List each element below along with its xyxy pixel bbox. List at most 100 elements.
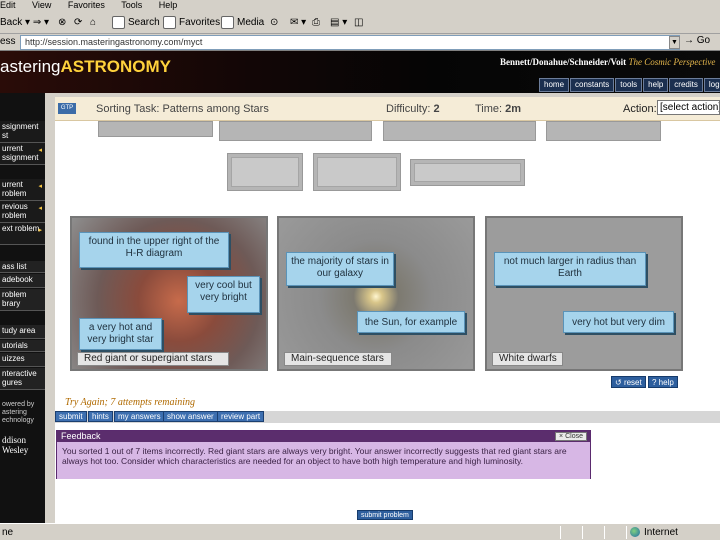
security-zone: Internet — [630, 527, 678, 538]
menu-view[interactable]: View — [32, 0, 51, 10]
address-bar: ess http://session.masteringastronomy.co… — [0, 34, 720, 51]
help-button[interactable]: ? help — [648, 376, 678, 388]
discuss-icon[interactable]: ◫ — [354, 15, 363, 31]
go-button[interactable]: → Go — [684, 35, 710, 46]
sidebar-item-interactive-figures[interactable]: nteractive gures — [0, 368, 45, 390]
card-majority-galaxy[interactable]: the majority of stars in our galaxy — [286, 252, 394, 286]
back-label: Back — [0, 17, 23, 28]
status-divider — [604, 526, 605, 539]
feedback-box: Feedback × Close You sorted 1 out of 7 i… — [56, 430, 591, 479]
book-tagline: The Cosmic Perspective — [628, 57, 716, 67]
book-authors: Bennett/Donahue/Schneider/Voit The Cosmi… — [500, 57, 715, 67]
submit-button[interactable]: submit — [55, 411, 87, 422]
card-hot-dim[interactable]: very hot but very dim — [563, 311, 674, 333]
reset-button[interactable]: ↺ reset — [611, 376, 646, 388]
drop-slot[interactable] — [219, 121, 372, 141]
sidebar-item-assignment-list[interactable]: ssignment st — [0, 121, 45, 143]
card-cool-bright[interactable]: very cool but very bright — [187, 276, 260, 313]
internet-globe-icon — [630, 527, 640, 538]
sidebar-item-current-problem[interactable]: urrent roblem ◂ — [0, 179, 45, 201]
drop-slot[interactable] — [383, 121, 536, 141]
address-input[interactable]: http://session.masteringastronomy.com/my… — [20, 35, 680, 50]
sidebar-item-label: ass list — [2, 262, 27, 271]
media-label: Media — [237, 17, 265, 28]
arrow-right-icon: ▸ — [38, 227, 42, 234]
drop-slot[interactable] — [98, 121, 213, 137]
print-icon[interactable]: ⎙ — [312, 15, 320, 31]
sidebar-item-label: ext roblem — [2, 224, 40, 233]
menu-edit[interactable]: Edit — [0, 0, 16, 10]
nav-help-button[interactable]: help — [643, 78, 669, 92]
sidebar-item-class-list[interactable]: ass list — [0, 261, 45, 273]
difficulty: Difficulty: 2 — [386, 103, 440, 115]
drop-slot[interactable] — [410, 159, 525, 186]
feedback-text: You sorted 1 out of 7 items incorrectly.… — [57, 442, 590, 479]
action-bar: submit hints my answers show answer revi… — [55, 411, 720, 423]
menu-tools[interactable]: Tools — [121, 0, 142, 10]
sidebar-item-label: roblem brary — [2, 290, 27, 308]
mail-icon[interactable]: ✉ ▾ — [290, 15, 306, 31]
home-icon[interactable]: ⌂ — [90, 15, 96, 31]
action-select[interactable]: [select action] — [657, 100, 720, 115]
powered-by-text: owered by astering echnology — [2, 401, 35, 424]
panel-main-sequence[interactable]: the majority of stars in our galaxy the … — [277, 216, 475, 371]
back-button[interactable]: Back ▾ ⇒ ▾ — [0, 15, 49, 31]
sidebar-item-study-area[interactable]: tudy area — [0, 325, 45, 339]
sidebar-item-quizzes[interactable]: uizzes — [0, 353, 45, 367]
panel-red-giant[interactable]: found in the upper right of the H-R diag… — [70, 216, 268, 371]
sidebar-item-gradebook[interactable]: adebook — [0, 274, 45, 288]
reset-icon: ↺ — [615, 378, 624, 387]
nav-home-button[interactable]: home — [539, 78, 570, 92]
sidebar-item-current-assignment[interactable]: urrent ssignment ◂ — [0, 143, 45, 165]
stop-icon[interactable]: ⊗ — [58, 15, 66, 31]
review-part-button[interactable]: review part — [217, 411, 265, 422]
browser-statusbar: ne Internet — [0, 523, 720, 540]
history-icon[interactable]: ⊙ — [270, 15, 278, 31]
card-small-radius[interactable]: not much larger in radius than Earth — [494, 252, 646, 286]
feedback-close-button[interactable]: × Close — [555, 432, 587, 441]
sidebar-item-problem-library[interactable]: roblem brary — [0, 289, 45, 311]
panel-label-red-giant: Red giant or supergiant stars — [77, 352, 229, 366]
hints-button[interactable]: hints — [88, 411, 113, 422]
show-answer-button[interactable]: show answer — [163, 411, 218, 422]
card-sun-example[interactable]: the Sun, for example — [357, 311, 465, 333]
my-answers-button[interactable]: my answers — [114, 411, 165, 422]
feedback-header: Feedback × Close — [57, 431, 590, 442]
nav-tools-button[interactable]: tools — [615, 78, 643, 92]
menu-help[interactable]: Help — [159, 0, 178, 10]
search-button[interactable]: Search — [112, 15, 160, 31]
logo-main: ASTRONOMY — [60, 57, 171, 76]
drop-slot[interactable] — [313, 153, 401, 191]
drop-slot[interactable] — [546, 121, 661, 141]
sidebar-item-label: revious roblem — [2, 202, 28, 220]
status-text: ne — [2, 527, 14, 538]
site-logo[interactable]: asteringASTRONOMY — [0, 57, 171, 77]
card-upper-right-hr[interactable]: found in the upper right of the H-R diag… — [79, 232, 229, 268]
help-icon: ? — [652, 378, 659, 387]
address-label: ess — [0, 36, 16, 47]
card-hot-bright[interactable]: a very hot and very bright star — [79, 318, 162, 350]
nav-logout-button[interactable]: log out — [703, 78, 720, 92]
submit-problem-button[interactable]: submit problem — [357, 510, 413, 520]
nav-credits-button[interactable]: credits — [669, 78, 703, 92]
refresh-icon[interactable]: ⟳ — [74, 15, 82, 31]
favorites-button[interactable]: Favorites — [163, 15, 220, 31]
site-header: asteringASTRONOMY Bennett/Donahue/Schnei… — [0, 51, 720, 93]
try-again-message: Try Again; 7 attempts remaining — [65, 397, 195, 408]
sidebar-item-next-problem[interactable]: ext roblem ▸ — [0, 223, 45, 245]
media-button[interactable]: Media — [221, 15, 264, 31]
publisher-logo: ddison Wesley — [2, 435, 29, 455]
edit-icon[interactable]: ▤ ▾ — [330, 15, 347, 31]
time-value: 2m — [505, 103, 522, 115]
arrow-left-icon: ◂ — [38, 147, 42, 154]
task-header: GTP Sorting Task: Patterns among Stars D… — [55, 97, 720, 121]
panel-white-dwarfs[interactable]: not much larger in radius than Earth ver… — [485, 216, 683, 371]
menu-favorites[interactable]: Favorites — [68, 0, 105, 10]
nav-constants-button[interactable]: constants — [570, 78, 615, 92]
sidebar-item-tutorials[interactable]: utorials — [0, 340, 45, 352]
address-dropdown-icon[interactable]: ▼ — [669, 36, 680, 49]
drop-slot[interactable] — [227, 153, 303, 191]
sidebar-item-previous-problem[interactable]: revious roblem ◂ — [0, 201, 45, 223]
arrow-left-icon: ◂ — [38, 183, 42, 190]
sidebar-item-label: nteractive gures — [2, 369, 37, 387]
